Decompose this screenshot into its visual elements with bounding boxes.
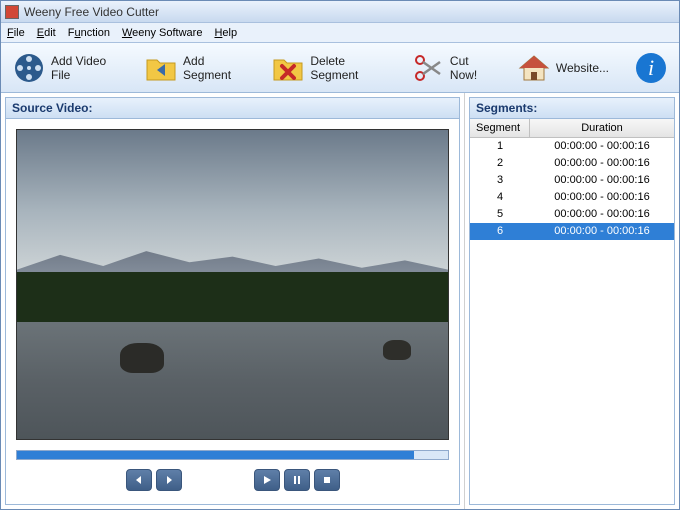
table-row[interactable]: 100:00:00 - 00:00:16 <box>470 138 674 155</box>
table-row[interactable]: 600:00:00 - 00:00:16 <box>470 223 674 240</box>
segment-id: 5 <box>470 206 530 222</box>
table-row[interactable]: 500:00:00 - 00:00:16 <box>470 206 674 223</box>
video-area <box>5 119 460 505</box>
add-video-button[interactable]: Add Video File <box>9 50 123 86</box>
segment-id: 3 <box>470 172 530 188</box>
col-segment[interactable]: Segment <box>470 119 530 137</box>
menubar: File Edit Function Weeny Software Help <box>1 23 679 43</box>
segment-duration: 00:00:00 - 00:00:16 <box>530 223 674 239</box>
source-panel: Source Video: <box>1 93 464 509</box>
website-button[interactable]: Website... <box>514 50 613 86</box>
info-icon: i <box>635 52 667 84</box>
website-label: Website... <box>556 61 609 75</box>
segment-id: 6 <box>470 223 530 239</box>
cut-now-button[interactable]: Cut Now! <box>408 50 496 86</box>
folder-prev-icon <box>145 52 177 84</box>
folder-delete-icon <box>272 52 304 84</box>
col-duration[interactable]: Duration <box>530 119 674 137</box>
add-segment-button[interactable]: Add Segment <box>141 50 250 86</box>
table-row[interactable]: 300:00:00 - 00:00:16 <box>470 172 674 189</box>
add-video-label: Add Video File <box>51 54 119 82</box>
seek-back-button[interactable] <box>126 469 152 491</box>
scissors-icon <box>412 52 444 84</box>
table-row[interactable]: 200:00:00 - 00:00:16 <box>470 155 674 172</box>
segment-duration: 00:00:00 - 00:00:16 <box>530 155 674 171</box>
pause-button[interactable] <box>284 469 310 491</box>
segment-duration: 00:00:00 - 00:00:16 <box>530 138 674 154</box>
timeline-slider[interactable] <box>16 450 449 460</box>
menu-function[interactable]: Function <box>68 27 110 39</box>
menu-weeny-software[interactable]: Weeny Software <box>122 27 203 39</box>
cut-now-label: Cut Now! <box>450 54 492 82</box>
svg-text:i: i <box>648 55 654 80</box>
segment-duration: 00:00:00 - 00:00:16 <box>530 206 674 222</box>
window-title: Weeny Free Video Cutter <box>24 5 159 19</box>
app-icon <box>5 5 19 19</box>
menu-file[interactable]: File <box>7 27 25 39</box>
stop-button[interactable] <box>314 469 340 491</box>
toolbar: Add Video File Add Segment Delete Segmen… <box>1 43 679 93</box>
segment-id: 4 <box>470 189 530 205</box>
add-segment-label: Add Segment <box>183 54 246 82</box>
segment-id: 1 <box>470 138 530 154</box>
seek-fwd-button[interactable] <box>156 469 182 491</box>
house-icon <box>518 52 550 84</box>
delete-segment-button[interactable]: Delete Segment <box>268 50 390 86</box>
segment-id: 2 <box>470 155 530 171</box>
segments-panel: Segments: Segment Duration 100:00:00 - 0… <box>464 93 679 509</box>
segment-duration: 00:00:00 - 00:00:16 <box>530 172 674 188</box>
film-reel-icon <box>13 52 45 84</box>
content-area: Source Video: <box>1 93 679 509</box>
delete-segment-label: Delete Segment <box>310 54 386 82</box>
video-preview[interactable] <box>16 129 449 440</box>
segments-header: Segments: <box>469 97 675 119</box>
segments-table-header: Segment Duration <box>470 119 674 138</box>
titlebar: Weeny Free Video Cutter <box>1 1 679 23</box>
play-button[interactable] <box>254 469 280 491</box>
info-button[interactable]: i <box>631 50 671 86</box>
source-header: Source Video: <box>5 97 460 119</box>
menu-edit[interactable]: Edit <box>37 27 56 39</box>
playback-controls <box>16 466 449 494</box>
menu-help[interactable]: Help <box>214 27 237 39</box>
segments-table: Segment Duration 100:00:00 - 00:00:16200… <box>469 119 675 505</box>
segment-duration: 00:00:00 - 00:00:16 <box>530 189 674 205</box>
app-window: Weeny Free Video Cutter File Edit Functi… <box>0 0 680 510</box>
table-row[interactable]: 400:00:00 - 00:00:16 <box>470 189 674 206</box>
